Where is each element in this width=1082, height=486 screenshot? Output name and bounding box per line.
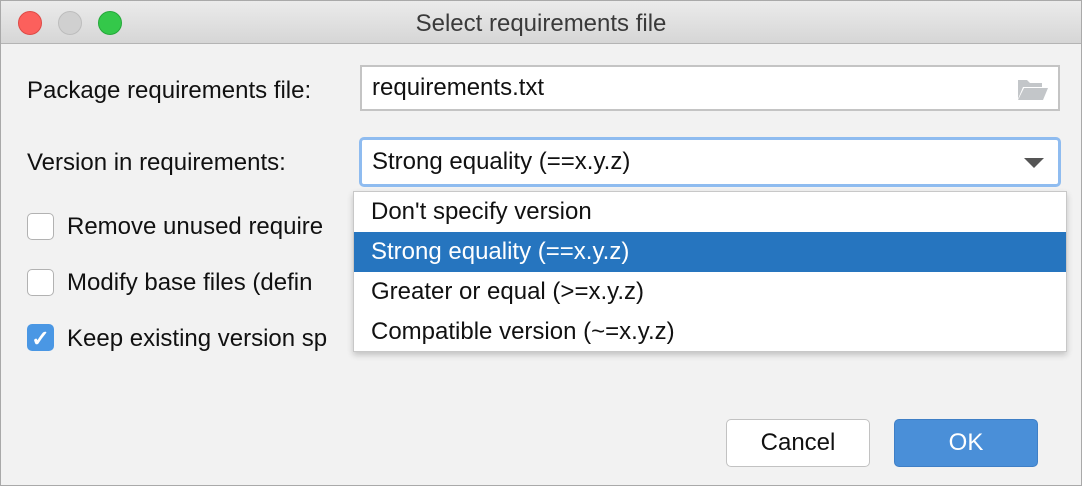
keep-existing-version-checkbox[interactable]: ✓ [27,324,54,351]
cancel-button[interactable]: Cancel [726,419,870,467]
ok-button[interactable]: OK [894,419,1038,467]
remove-unused-checkbox[interactable] [27,213,54,240]
file-input-value: requirements.txt [372,74,545,101]
dialog-window: Select requirements file Package require… [0,0,1082,486]
folder-icon[interactable] [1016,77,1048,101]
window-title: Select requirements file [415,10,667,37]
keep-existing-version-label: Keep existing version sp [67,325,328,352]
modify-base-files-checkbox[interactable] [27,269,54,296]
version-combobox[interactable]: Strong equality (==x.y.z) [359,137,1061,187]
file-input[interactable]: requirements.txt [360,65,1060,111]
dropdown-option[interactable]: Greater or equal (>=x.y.z) [354,272,1066,312]
file-label: Package requirements file: [27,77,312,104]
checkmark-icon: ✓ [31,326,50,351]
dropdown-option-selected[interactable]: Strong equality (==x.y.z) [354,232,1066,272]
dropdown-option[interactable]: Don't specify version [354,192,1066,232]
version-dropdown-list: Don't specify version Strong equality (=… [353,191,1067,352]
modify-base-files-label: Modify base files (defin [67,269,313,296]
version-label: Version in requirements: [27,149,286,176]
dropdown-option[interactable]: Compatible version (~=x.y.z) [354,312,1066,352]
chevron-down-icon [1024,158,1044,168]
version-combobox-value: Strong equality (==x.y.z) [372,148,631,175]
title-bar: Select requirements file [1,1,1081,44]
remove-unused-label: Remove unused require [67,213,324,240]
